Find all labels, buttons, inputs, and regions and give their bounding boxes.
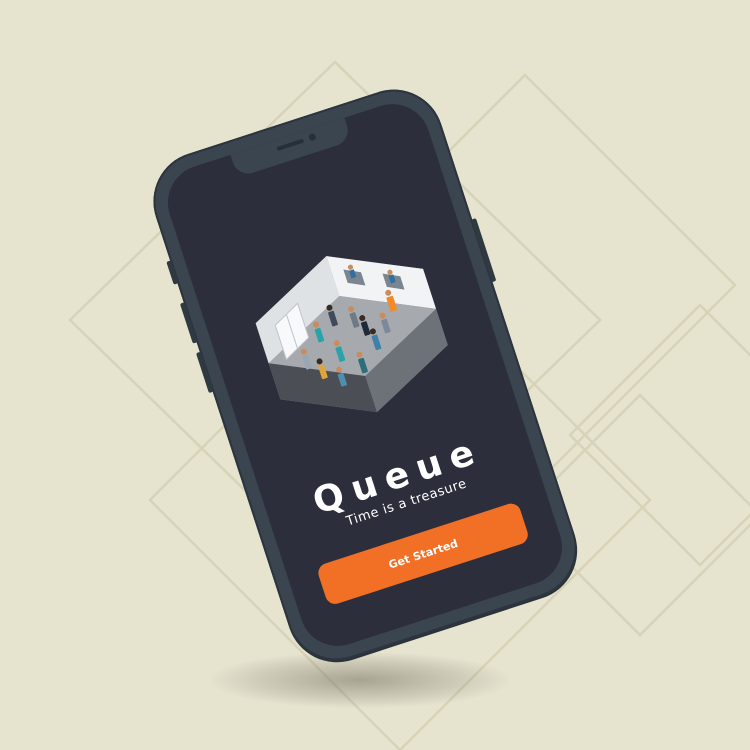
scene: Queue Time is a treasure Get Started bbox=[0, 0, 750, 750]
speaker bbox=[276, 138, 305, 152]
phone-shadow bbox=[210, 652, 510, 708]
front-camera-icon bbox=[308, 132, 317, 142]
waiting-room-illustration-icon bbox=[255, 256, 448, 413]
